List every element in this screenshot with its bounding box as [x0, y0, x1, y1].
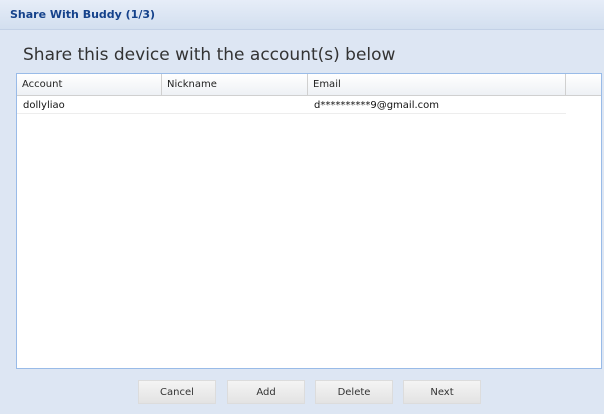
cell-email: d**********9@gmail.com	[314, 100, 440, 111]
column-header-account[interactable]: Account	[17, 74, 162, 95]
column-header-email[interactable]: Email	[308, 74, 566, 95]
cancel-button[interactable]: Cancel	[138, 380, 216, 404]
cell-account: dollyliao	[23, 100, 65, 111]
table-row[interactable]: dollyliao d**********9@gmail.com	[17, 97, 566, 114]
delete-button[interactable]: Delete	[315, 380, 393, 404]
table-header: Account Nickname Email	[17, 74, 601, 96]
column-header-nickname[interactable]: Nickname	[162, 74, 308, 95]
account-table: Account Nickname Email dollyliao d******…	[16, 73, 602, 369]
page-heading: Share this device with the account(s) be…	[23, 45, 396, 65]
share-with-buddy-dialog: Share With Buddy (1/3) Share this device…	[0, 0, 604, 414]
add-button[interactable]: Add	[227, 380, 305, 404]
dialog-title: Share With Buddy (1/3)	[10, 8, 156, 21]
column-header-spacer	[566, 74, 601, 95]
next-button[interactable]: Next	[403, 380, 481, 404]
dialog-title-bar: Share With Buddy (1/3)	[0, 0, 604, 30]
